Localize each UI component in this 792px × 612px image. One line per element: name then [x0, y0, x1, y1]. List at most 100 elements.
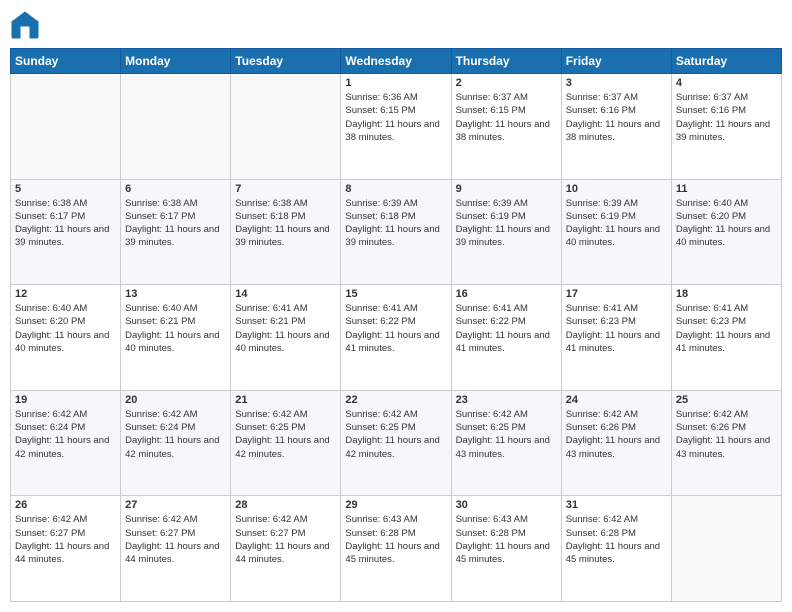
day-info: Sunrise: 6:40 AM Sunset: 6:20 PM Dayligh… [15, 302, 116, 355]
logo-icon [10, 10, 40, 40]
calendar-header-row: SundayMondayTuesdayWednesdayThursdayFrid… [11, 49, 782, 74]
day-info: Sunrise: 6:41 AM Sunset: 6:21 PM Dayligh… [235, 302, 336, 355]
day-info: Sunrise: 6:43 AM Sunset: 6:28 PM Dayligh… [456, 513, 557, 566]
day-number: 12 [15, 288, 116, 300]
day-info: Sunrise: 6:42 AM Sunset: 6:24 PM Dayligh… [125, 408, 226, 461]
calendar-day-cell: 20 Sunrise: 6:42 AM Sunset: 6:24 PM Dayli… [121, 390, 231, 496]
calendar-day-cell: 24Sunrise: 6:42 AM Sunset: 6:26 PM Dayli… [561, 390, 671, 496]
calendar-week-row: 1 Sunrise: 6:36 AM Sunset: 6:15 PM Daylig… [11, 74, 782, 180]
day-number: 27 [125, 499, 226, 511]
day-of-week-header: Sunday [11, 49, 121, 74]
day-number: 23 [456, 394, 557, 406]
day-info: Sunrise: 6:38 AM Sunset: 6:17 PM Dayligh… [15, 197, 116, 250]
calendar-day-cell: 30Sunrise: 6:43 AM Sunset: 6:28 PM Dayli… [451, 496, 561, 602]
day-info: Sunrise: 6:42 AM Sunset: 6:27 PM Dayligh… [125, 513, 226, 566]
day-number: 15 [345, 288, 446, 300]
day-info: Sunrise: 6:42 AM Sunset: 6:25 PM Dayligh… [456, 408, 557, 461]
day-number: 29 [345, 499, 446, 511]
day-info: Sunrise: 6:39 AM Sunset: 6:18 PM Dayligh… [345, 197, 446, 250]
calendar-week-row: 19 Sunrise: 6:42 AM Sunset: 6:24 PM Dayli… [11, 390, 782, 496]
day-number: 8 [345, 183, 446, 195]
page: SundayMondayTuesdayWednesdayThursdayFrid… [0, 0, 792, 612]
day-of-week-header: Saturday [671, 49, 781, 74]
day-number: 25 [676, 394, 777, 406]
calendar-day-cell: 31Sunrise: 6:42 AM Sunset: 6:28 PM Dayli… [561, 496, 671, 602]
day-number: 19 [15, 394, 116, 406]
calendar-day-cell: 7Sunrise: 6:38 AM Sunset: 6:18 PM Daylig… [231, 179, 341, 285]
calendar-day-cell: 11 Sunrise: 6:40 AM Sunset: 6:20 PM Dayli… [671, 179, 781, 285]
calendar-day-cell: 28 Sunrise: 6:42 AM Sunset: 6:27 PM Dayli… [231, 496, 341, 602]
day-number: 1 [345, 77, 446, 89]
day-info: Sunrise: 6:43 AM Sunset: 6:28 PM Dayligh… [345, 513, 446, 566]
day-info: Sunrise: 6:42 AM Sunset: 6:27 PM Dayligh… [235, 513, 336, 566]
calendar-day-cell: 27 Sunrise: 6:42 AM Sunset: 6:27 PM Dayli… [121, 496, 231, 602]
day-info: Sunrise: 6:41 AM Sunset: 6:22 PM Dayligh… [345, 302, 446, 355]
calendar-day-cell: 2Sunrise: 6:37 AM Sunset: 6:15 PM Daylig… [451, 74, 561, 180]
day-of-week-header: Wednesday [341, 49, 451, 74]
day-info: Sunrise: 6:37 AM Sunset: 6:16 PM Dayligh… [566, 91, 667, 144]
header [10, 10, 782, 40]
day-number: 13 [125, 288, 226, 300]
day-info: Sunrise: 6:42 AM Sunset: 6:24 PM Dayligh… [15, 408, 116, 461]
day-number: 2 [456, 77, 557, 89]
logo [10, 10, 44, 40]
day-info: Sunrise: 6:37 AM Sunset: 6:16 PM Dayligh… [676, 91, 777, 144]
calendar-day-cell: 29 Sunrise: 6:43 AM Sunset: 6:28 PM Dayli… [341, 496, 451, 602]
calendar-day-cell: 19 Sunrise: 6:42 AM Sunset: 6:24 PM Dayli… [11, 390, 121, 496]
calendar-week-row: 12 Sunrise: 6:40 AM Sunset: 6:20 PM Dayli… [11, 285, 782, 391]
day-info: Sunrise: 6:41 AM Sunset: 6:22 PM Dayligh… [456, 302, 557, 355]
day-number: 6 [125, 183, 226, 195]
day-number: 7 [235, 183, 336, 195]
day-info: Sunrise: 6:42 AM Sunset: 6:27 PM Dayligh… [15, 513, 116, 566]
day-number: 17 [566, 288, 667, 300]
day-info: Sunrise: 6:39 AM Sunset: 6:19 PM Dayligh… [456, 197, 557, 250]
day-info: Sunrise: 6:41 AM Sunset: 6:23 PM Dayligh… [566, 302, 667, 355]
day-number: 22 [345, 394, 446, 406]
day-of-week-header: Thursday [451, 49, 561, 74]
day-info: Sunrise: 6:42 AM Sunset: 6:26 PM Dayligh… [676, 408, 777, 461]
calendar-day-cell: 23 Sunrise: 6:42 AM Sunset: 6:25 PM Dayli… [451, 390, 561, 496]
day-number: 26 [15, 499, 116, 511]
calendar-day-cell: 14 Sunrise: 6:41 AM Sunset: 6:21 PM Dayli… [231, 285, 341, 391]
day-info: Sunrise: 6:42 AM Sunset: 6:26 PM Dayligh… [566, 408, 667, 461]
calendar-day-cell [11, 74, 121, 180]
day-info: Sunrise: 6:39 AM Sunset: 6:19 PM Dayligh… [566, 197, 667, 250]
day-number: 21 [235, 394, 336, 406]
calendar-day-cell: 8 Sunrise: 6:39 AM Sunset: 6:18 PM Daylig… [341, 179, 451, 285]
calendar-day-cell: 1 Sunrise: 6:36 AM Sunset: 6:15 PM Daylig… [341, 74, 451, 180]
day-number: 11 [676, 183, 777, 195]
calendar-table: SundayMondayTuesdayWednesdayThursdayFrid… [10, 48, 782, 602]
day-number: 16 [456, 288, 557, 300]
day-number: 3 [566, 77, 667, 89]
calendar-day-cell: 15 Sunrise: 6:41 AM Sunset: 6:22 PM Dayli… [341, 285, 451, 391]
calendar-day-cell: 26 Sunrise: 6:42 AM Sunset: 6:27 PM Dayli… [11, 496, 121, 602]
calendar-week-row: 5 Sunrise: 6:38 AM Sunset: 6:17 PM Daylig… [11, 179, 782, 285]
day-info: Sunrise: 6:36 AM Sunset: 6:15 PM Dayligh… [345, 91, 446, 144]
calendar-day-cell: 9 Sunrise: 6:39 AM Sunset: 6:19 PM Daylig… [451, 179, 561, 285]
day-number: 31 [566, 499, 667, 511]
calendar-day-cell: 12 Sunrise: 6:40 AM Sunset: 6:20 PM Dayli… [11, 285, 121, 391]
day-number: 20 [125, 394, 226, 406]
calendar-day-cell: 22Sunrise: 6:42 AM Sunset: 6:25 PM Dayli… [341, 390, 451, 496]
day-of-week-header: Friday [561, 49, 671, 74]
calendar-day-cell: 13 Sunrise: 6:40 AM Sunset: 6:21 PM Dayli… [121, 285, 231, 391]
calendar-day-cell: 10 Sunrise: 6:39 AM Sunset: 6:19 PM Dayli… [561, 179, 671, 285]
calendar-day-cell [121, 74, 231, 180]
calendar-day-cell: 25 Sunrise: 6:42 AM Sunset: 6:26 PM Dayli… [671, 390, 781, 496]
day-info: Sunrise: 6:40 AM Sunset: 6:20 PM Dayligh… [676, 197, 777, 250]
calendar-day-cell [231, 74, 341, 180]
day-number: 28 [235, 499, 336, 511]
calendar-day-cell: 5 Sunrise: 6:38 AM Sunset: 6:17 PM Daylig… [11, 179, 121, 285]
day-number: 9 [456, 183, 557, 195]
calendar-day-cell: 3 Sunrise: 6:37 AM Sunset: 6:16 PM Daylig… [561, 74, 671, 180]
calendar-day-cell: 18Sunrise: 6:41 AM Sunset: 6:23 PM Dayli… [671, 285, 781, 391]
day-number: 14 [235, 288, 336, 300]
day-number: 10 [566, 183, 667, 195]
calendar-day-cell [671, 496, 781, 602]
calendar-week-row: 26 Sunrise: 6:42 AM Sunset: 6:27 PM Dayli… [11, 496, 782, 602]
day-info: Sunrise: 6:42 AM Sunset: 6:25 PM Dayligh… [235, 408, 336, 461]
day-of-week-header: Tuesday [231, 49, 341, 74]
day-of-week-header: Monday [121, 49, 231, 74]
day-number: 5 [15, 183, 116, 195]
day-info: Sunrise: 6:40 AM Sunset: 6:21 PM Dayligh… [125, 302, 226, 355]
